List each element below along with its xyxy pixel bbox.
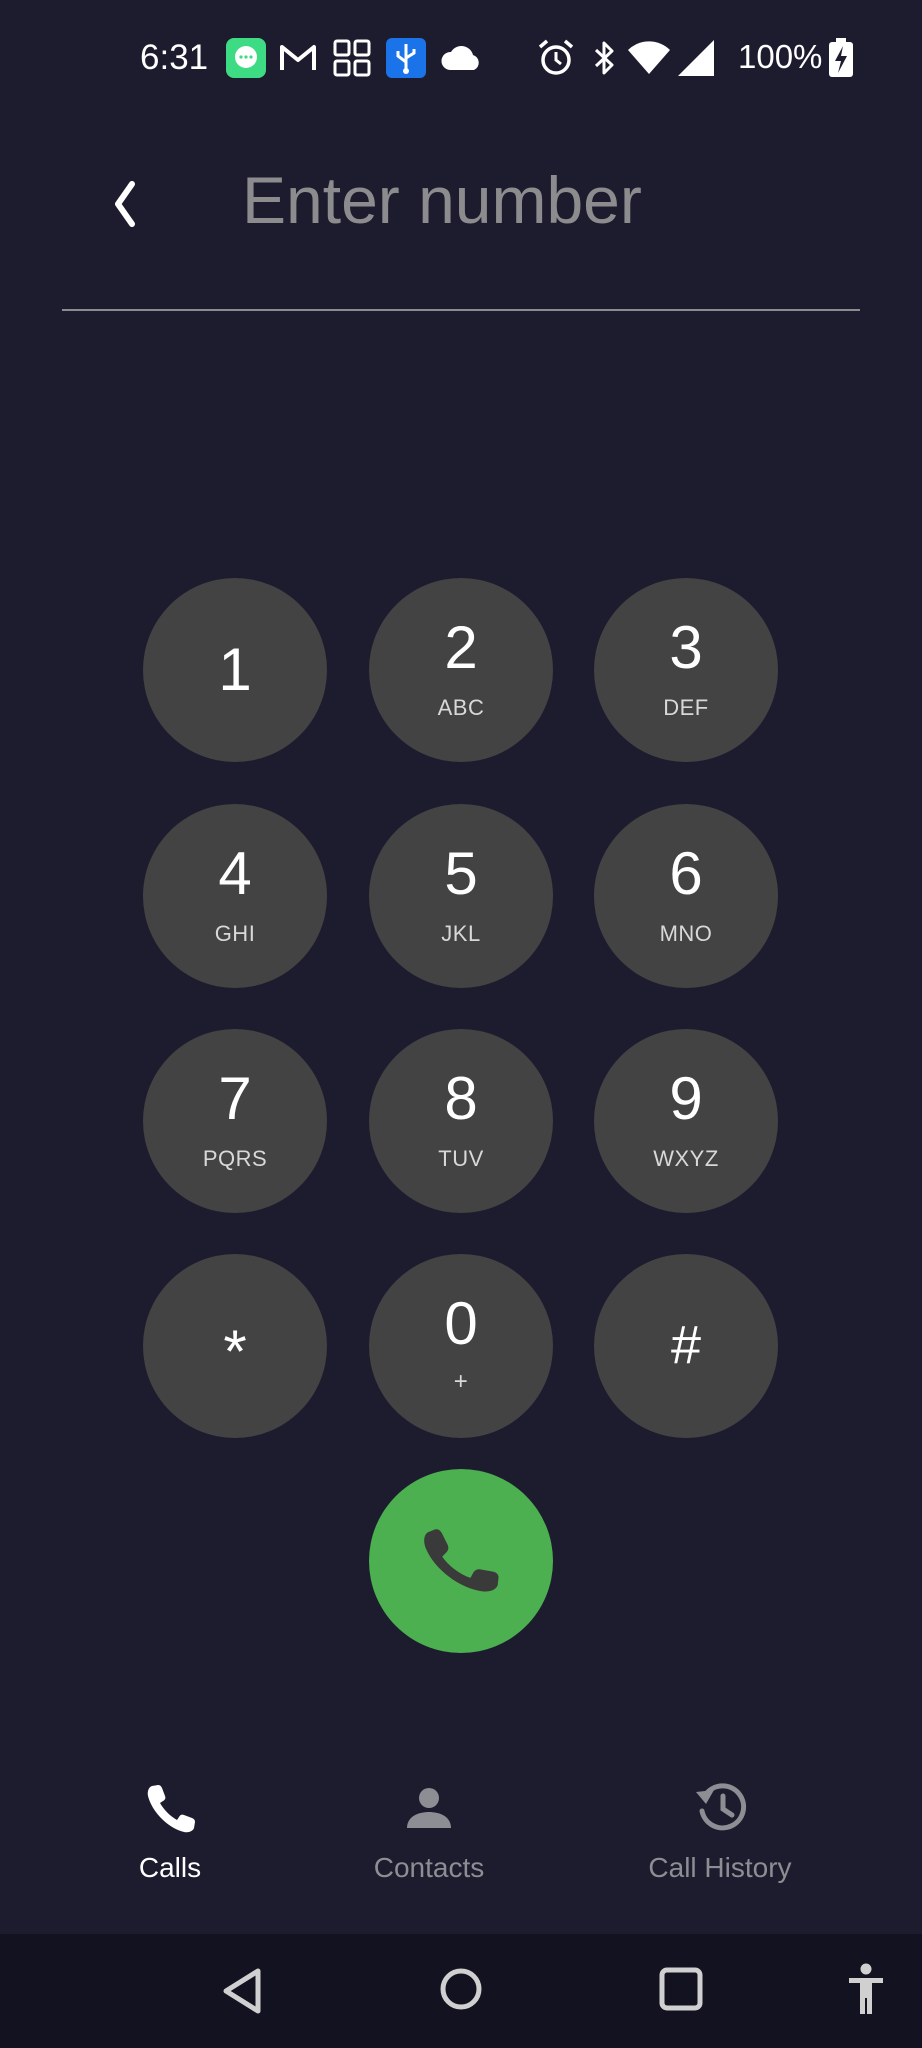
key-digit: 5 bbox=[444, 840, 478, 907]
key-letters: WXYZ bbox=[653, 1146, 719, 1171]
key-star[interactable]: * bbox=[143, 1254, 327, 1438]
key-letters: JKL bbox=[441, 921, 481, 946]
key-digit: 1 bbox=[218, 636, 252, 703]
key-2[interactable]: 2 ABC bbox=[369, 578, 553, 762]
tab-contacts[interactable]: Contacts bbox=[348, 1760, 510, 1890]
phone-number-input[interactable] bbox=[242, 150, 862, 250]
phone-icon bbox=[147, 1785, 195, 1833]
key-digit: 3 bbox=[669, 614, 703, 681]
tab-calls[interactable]: Calls bbox=[110, 1760, 230, 1890]
accessibility-icon[interactable] bbox=[846, 1962, 886, 2018]
bluetooth-icon bbox=[594, 41, 614, 75]
key-digit: 7 bbox=[218, 1065, 252, 1132]
input-underline bbox=[62, 309, 860, 311]
key-3[interactable]: 3 DEF bbox=[594, 578, 778, 762]
battery-percent: 100% bbox=[738, 38, 823, 75]
key-letters: MNO bbox=[659, 921, 713, 946]
key-letters: DEF bbox=[663, 695, 709, 720]
alarm-icon bbox=[538, 39, 574, 75]
key-letters: ABC bbox=[437, 695, 485, 720]
system-navigation-bar bbox=[0, 1934, 922, 2048]
key-digit: 8 bbox=[444, 1065, 478, 1132]
battery-charging-icon bbox=[829, 38, 853, 77]
key-digit: 0 bbox=[444, 1290, 478, 1357]
key-6[interactable]: 6 MNO bbox=[594, 804, 778, 988]
key-8[interactable]: 8 TUV bbox=[369, 1029, 553, 1213]
apps-grid-icon bbox=[333, 39, 371, 77]
key-4[interactable]: 4 GHI bbox=[143, 804, 327, 988]
key-letters: PQRS bbox=[202, 1146, 268, 1171]
key-0[interactable]: 0 + bbox=[369, 1254, 553, 1438]
key-digit: 9 bbox=[669, 1065, 703, 1132]
person-icon bbox=[407, 1788, 451, 1828]
tab-label: Contacts bbox=[373, 1852, 485, 1883]
tab-label: Calls bbox=[138, 1852, 202, 1883]
key-digit: # bbox=[670, 1315, 702, 1375]
nav-back-icon[interactable] bbox=[218, 1966, 266, 2016]
key-digit: 4 bbox=[218, 840, 252, 907]
status-bar: 6:31 100% bbox=[0, 0, 922, 120]
key-digit: 2 bbox=[444, 614, 478, 681]
usb-icon bbox=[386, 38, 426, 78]
signal-icon bbox=[678, 40, 714, 76]
key-1[interactable]: 1 bbox=[143, 578, 327, 762]
key-letters: TUV bbox=[438, 1146, 484, 1171]
key-5[interactable]: 5 JKL bbox=[369, 804, 553, 988]
tab-label: Call History bbox=[648, 1852, 792, 1883]
phone-icon bbox=[424, 1529, 499, 1592]
messages-icon bbox=[226, 38, 266, 78]
key-letters: GHI bbox=[214, 921, 256, 946]
cloud-icon bbox=[441, 46, 479, 70]
wifi-icon bbox=[628, 41, 670, 74]
key-letters: + bbox=[453, 1368, 469, 1395]
back-button[interactable] bbox=[100, 170, 152, 238]
key-digit: 6 bbox=[669, 840, 703, 907]
status-time: 6:31 bbox=[140, 38, 209, 77]
key-digit: * bbox=[223, 1318, 247, 1385]
call-button[interactable] bbox=[369, 1469, 553, 1653]
key-7[interactable]: 7 PQRS bbox=[143, 1029, 327, 1213]
nav-recents-icon[interactable] bbox=[658, 1966, 704, 2012]
gmail-icon bbox=[280, 45, 316, 70]
tab-call-history[interactable]: Call History bbox=[636, 1760, 804, 1890]
key-hash[interactable]: # bbox=[594, 1254, 778, 1438]
history-icon bbox=[696, 1783, 747, 1831]
key-9[interactable]: 9 WXYZ bbox=[594, 1029, 778, 1213]
nav-home-icon[interactable] bbox=[436, 1964, 486, 2014]
